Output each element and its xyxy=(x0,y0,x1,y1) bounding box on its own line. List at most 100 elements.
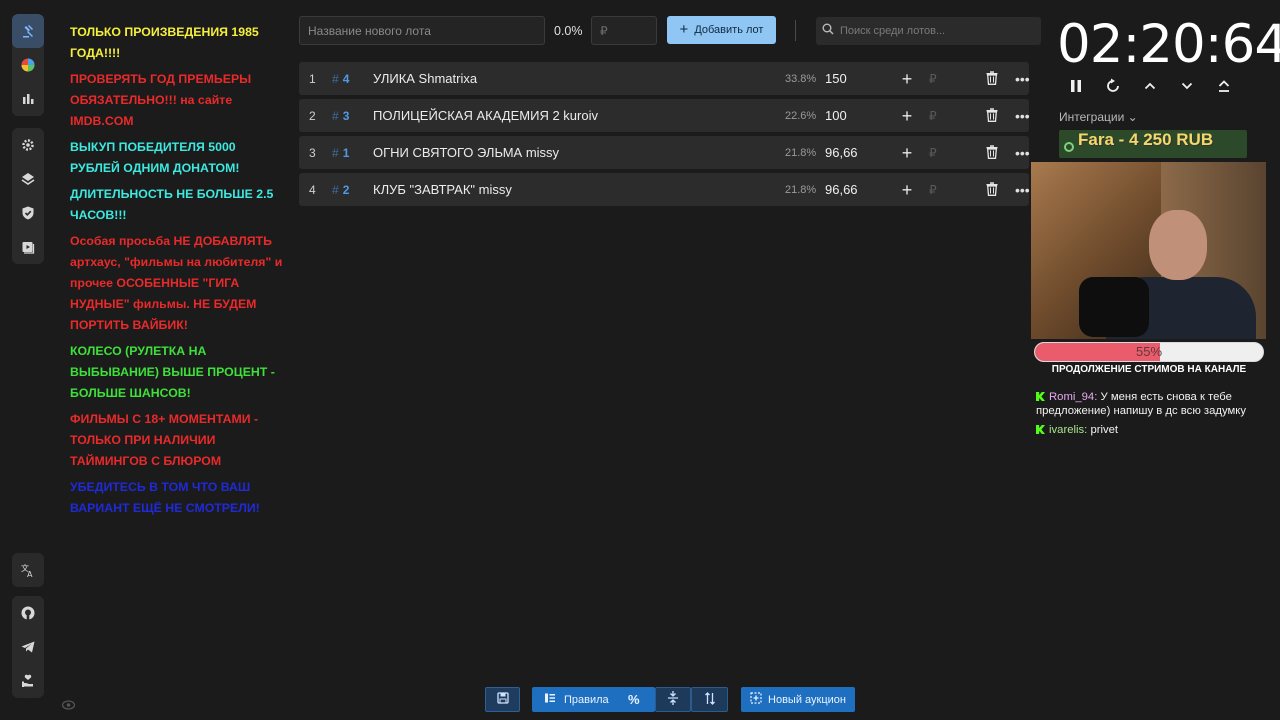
lot-amount[interactable]: 150 xyxy=(825,71,847,86)
add-amount-button[interactable]: + xyxy=(899,70,915,88)
lot-name[interactable]: УЛИКА Shmatrixa xyxy=(373,71,477,86)
lot-row[interactable]: 1 #4 УЛИКА Shmatrixa 33.8% 150 + ₽ ••• xyxy=(299,62,1030,95)
wheel-icon[interactable] xyxy=(12,48,44,82)
auction-timer: 02:20:64 xyxy=(1057,14,1280,75)
search-icon xyxy=(822,22,834,40)
chevron-down-icon[interactable] xyxy=(1177,76,1197,96)
webcam-person-head xyxy=(1149,210,1207,280)
lot-name[interactable]: ПОЛИЦЕЙСКАЯ АКАДЕМИЯ 2 kuroiv xyxy=(373,108,598,123)
rule-text: ДЛИТЕЛЬНОСТЬ НЕ БОЛЬШЕ 2.5 ЧАСОВ!!! xyxy=(70,187,274,222)
lot-id[interactable]: #4 xyxy=(332,72,349,86)
align-center-button[interactable] xyxy=(655,687,691,712)
align-center-icon xyxy=(667,691,679,708)
trash-icon[interactable] xyxy=(986,144,1000,161)
lot-number: 2 xyxy=(309,108,316,123)
new-lot-amount-input[interactable] xyxy=(591,16,657,45)
chat-username: Romi_94 xyxy=(1049,391,1095,403)
rule-text: Особая просьба НЕ ДОБАВЛЯТЬ артхаус, "фи… xyxy=(70,234,283,332)
rail-group-main xyxy=(12,14,44,116)
chat-overlay: Romi_94: У меня есть снова к тебе предло… xyxy=(1036,390,1272,442)
save-button[interactable] xyxy=(485,687,520,712)
lot-row[interactable]: 3 #1 ОГНИ СВЯТОГО ЭЛЬМА missy 21.8% 96,66 + ₽ •… xyxy=(299,136,1030,169)
trash-icon[interactable] xyxy=(986,181,1000,198)
more-icon[interactable]: ••• xyxy=(1015,71,1030,87)
more-icon[interactable]: ••• xyxy=(1015,108,1030,124)
new-lot-percent: 0.0% xyxy=(554,24,583,38)
lot-amount-input[interactable]: ₽ xyxy=(929,72,937,86)
video-icon[interactable] xyxy=(12,230,44,264)
rail-group-lang: 文A xyxy=(12,553,44,587)
trash-icon[interactable] xyxy=(986,107,1000,124)
layers-icon[interactable] xyxy=(12,162,44,196)
eye-icon[interactable] xyxy=(61,697,76,715)
new-lot-name-input[interactable] xyxy=(299,16,545,45)
new-auction-icon xyxy=(750,692,762,707)
more-icon[interactable]: ••• xyxy=(1015,182,1030,198)
integrations-dropdown[interactable]: Интеграции ⌄ xyxy=(1059,110,1138,124)
auction-icon[interactable] xyxy=(12,14,44,48)
stream-goal-caption: ПРОДОЛЖЕНИЕ СТРИМОВ НА КАНАЛЕ xyxy=(1051,364,1247,375)
sort-icon xyxy=(704,691,716,708)
chat-message: ivarelis: privet xyxy=(1036,423,1272,437)
chevron-up-icon[interactable] xyxy=(1140,76,1160,96)
add-amount-button[interactable]: + xyxy=(899,144,915,162)
lot-row[interactable]: 2 #3 ПОЛИЦЕЙСКАЯ АКАДЕМИЯ 2 kuroiv 22.6% 100… xyxy=(299,99,1030,132)
gear-icon[interactable] xyxy=(12,128,44,162)
toolbar-divider xyxy=(795,20,796,41)
lot-amount[interactable]: 100 xyxy=(825,108,847,123)
rules-button[interactable]: Правила % xyxy=(532,687,655,712)
add-amount-button[interactable]: + xyxy=(899,107,915,125)
donate-icon[interactable] xyxy=(12,664,44,698)
lot-number: 4 xyxy=(309,182,316,197)
kick-icon xyxy=(1036,392,1045,401)
reset-icon[interactable] xyxy=(1103,76,1123,96)
new-auction-button[interactable]: Новый аукцион xyxy=(741,687,855,712)
kick-icon xyxy=(1036,425,1045,434)
rule-text: ПРОВЕРЯТЬ ГОД ПРЕМЬЕРЫ ОБЯЗАТЕЛЬНО!!! на… xyxy=(70,72,252,128)
search-input[interactable] xyxy=(840,25,1030,37)
lot-id[interactable]: #2 xyxy=(332,183,349,197)
percent-icon[interactable]: % xyxy=(628,692,640,707)
trash-icon[interactable] xyxy=(986,70,1000,87)
lot-percent: 22.6% xyxy=(785,109,817,122)
translate-icon[interactable]: 文A xyxy=(12,553,44,587)
plus-icon: + xyxy=(679,21,689,38)
chat-username: ivarelis xyxy=(1049,424,1085,436)
lot-amount[interactable]: 96,66 xyxy=(825,182,858,197)
double-chevron-up-icon[interactable] xyxy=(1214,76,1234,96)
sort-button[interactable] xyxy=(691,687,728,712)
lot-amount-input[interactable]: ₽ xyxy=(929,146,937,160)
lot-percent: 21.8% xyxy=(785,183,817,196)
timer-controls xyxy=(1066,76,1234,96)
lot-name[interactable]: ОГНИ СВЯТОГО ЭЛЬМА missy xyxy=(373,145,559,160)
rules-panel: ТОЛЬКО ПРОИЗВЕДЕНИЯ 1985 ГОДА!!!! ПРОВЕРЯ… xyxy=(70,22,285,524)
save-icon xyxy=(496,692,509,707)
lot-amount-input[interactable]: ₽ xyxy=(929,183,937,197)
stats-icon[interactable] xyxy=(12,82,44,116)
lot-id[interactable]: #1 xyxy=(332,146,349,160)
lot-id[interactable]: #3 xyxy=(332,109,349,123)
add-amount-button[interactable]: + xyxy=(899,181,915,199)
pause-icon[interactable] xyxy=(1066,76,1086,96)
svg-text:A: A xyxy=(27,570,33,578)
lot-name[interactable]: КЛУБ "ЗАВТРАК" missy xyxy=(373,182,512,197)
lot-amount[interactable]: 96,66 xyxy=(825,145,858,160)
lot-id-value: 2 xyxy=(342,182,350,197)
telegram-icon[interactable] xyxy=(12,630,44,664)
chat-message: Romi_94: У меня есть снова к тебе предло… xyxy=(1036,391,1246,417)
add-lot-label: Добавить лот xyxy=(694,24,764,36)
lot-row[interactable]: 4 #2 КЛУБ "ЗАВТРАК" missy 21.8% 96,66 + ₽ ••• xyxy=(299,173,1030,206)
search-box[interactable] xyxy=(816,17,1041,45)
stream-goal-percent: 55% xyxy=(1135,344,1163,359)
github-icon[interactable] xyxy=(12,596,44,630)
lot-amount-input[interactable]: ₽ xyxy=(929,109,937,123)
webcam-microphone xyxy=(1079,277,1149,337)
webcam-feed xyxy=(1031,162,1266,339)
add-lot-button[interactable]: + Добавить лот xyxy=(667,16,776,44)
chat-text: privet xyxy=(1090,424,1119,436)
rule-text: КОЛЕСО (РУЛЕТКА НА ВЫБЫВАНИЕ) ВЫШЕ ПРОЦЕ… xyxy=(70,344,275,400)
lot-number: 1 xyxy=(309,71,316,86)
shield-icon[interactable] xyxy=(12,196,44,230)
more-icon[interactable]: ••• xyxy=(1015,145,1030,161)
lot-number: 3 xyxy=(309,145,316,160)
